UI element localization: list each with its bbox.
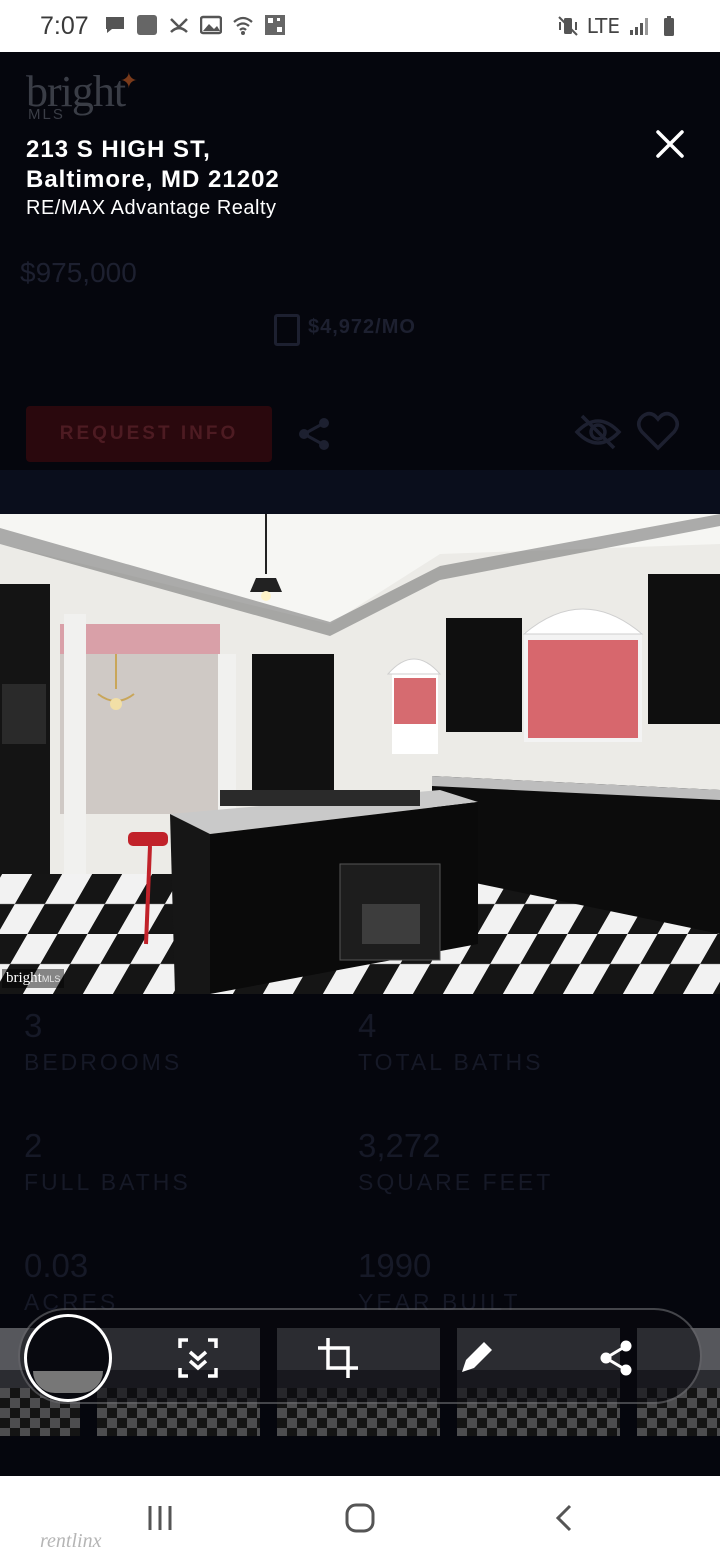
photo-watermark: brightMLS [2,969,65,988]
qr-icon [265,15,285,35]
request-info-button: REQUEST INFO [26,406,272,462]
favorite-heart-icon [637,411,679,451]
stat-year-built: 1990 YEAR BUILT [358,1247,521,1315]
stat-square-feet: 3,272 SQUARE FEET [358,1127,554,1195]
message-icon [106,17,124,33]
stat-acres: 0.03 ACRES [24,1247,119,1315]
system-icons: LTE [557,14,680,38]
mls-logo-sub: MLS [28,106,65,123]
edit-pencil-icon[interactable] [452,1334,500,1382]
close-icon[interactable] [650,124,690,164]
photo-viewer-overlay: bright ✦ MLS $975,000 $4,972/MO REQUEST I… [0,52,720,1476]
stat-full-baths: 2 FULL BATHS [24,1127,191,1195]
share-icon[interactable] [592,1334,640,1382]
navigation-bar: rentlinx [0,1476,720,1560]
wifi-calling-icon [233,16,253,35]
screenshot-toolbar [18,1308,702,1404]
address-line-2: Baltimore, MD 21202 [26,166,280,193]
recents-icon[interactable] [140,1498,180,1538]
rentlinx-watermark: rentlinx [40,1530,102,1552]
listing-price: $975,000 [20,257,137,288]
monthly-payment: $4,972/MO [308,316,416,338]
calculator-icon [274,314,300,346]
stat-bedrooms: 3 BEDROOMS [24,1007,183,1075]
home-icon[interactable] [340,1498,380,1538]
listing-photo[interactable]: brightMLS [0,514,720,994]
signal-icon [630,18,648,35]
status-bar: 7:07 LTE [0,0,720,52]
notification-icons [104,14,286,36]
scroll-capture-icon[interactable] [174,1334,222,1382]
battery-icon [664,16,674,36]
app-icon [137,15,157,35]
screenshot-preview[interactable] [24,1314,112,1402]
mute-vibrate-icon [558,16,578,36]
address-line-1: 213 S HIGH ST, [26,136,211,163]
gallery-icon [200,15,222,35]
stat-total-baths: 4 TOTAL BATHS [358,1007,544,1075]
share-icon [299,418,329,450]
kitchen-photo-image [0,514,720,994]
broker-name: RE/MAX Advantage Realty [26,197,277,219]
missed-call-icon [170,18,188,33]
crop-icon[interactable] [314,1334,362,1382]
back-icon[interactable] [544,1498,584,1538]
network-type: LTE [586,14,620,38]
hide-listing-icon [574,414,622,450]
status-time: 7:07 [40,12,89,40]
background-band [0,470,720,514]
